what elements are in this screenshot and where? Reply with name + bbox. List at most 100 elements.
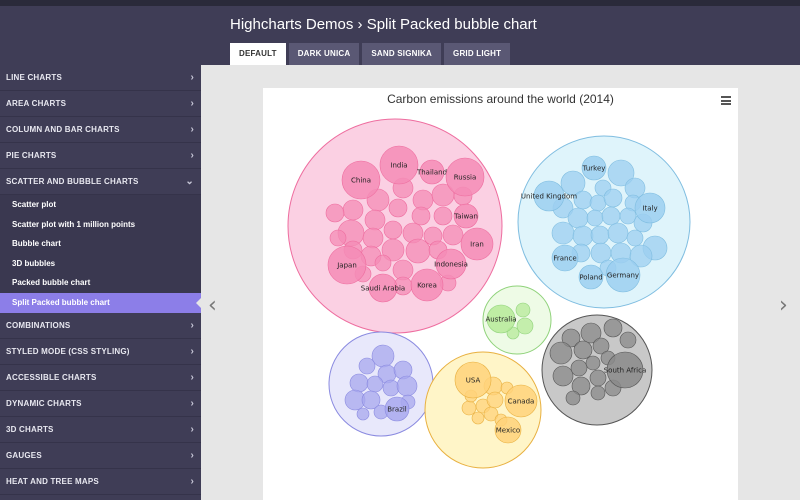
bubble-asia-25[interactable] [374, 254, 392, 272]
bubble-europe-17[interactable] [607, 222, 629, 244]
bubble-north-america-2[interactable] [486, 391, 504, 409]
bubble-label-turkey: Turkey [582, 165, 606, 173]
chevron-right-icon: › [190, 345, 194, 357]
sidebar-item-accessible-charts[interactable]: ACCESSIBLE CHARTS › [0, 365, 201, 391]
sidebar-item-label: STYLED MODE (CSS STYLING) [6, 346, 130, 356]
bubble-label-south-africa: South Africa [604, 367, 647, 375]
bubble-europe-18[interactable] [626, 229, 644, 247]
sidebar-subitem-scatter-1m[interactable]: Scatter plot with 1 million points [0, 214, 201, 235]
sidebar-item-scatter-bubble-charts[interactable]: SCATTER AND BUBBLE CHARTS ⌄ [0, 169, 201, 195]
bubble-label-united-kingdom: United Kingdom [521, 193, 577, 201]
bubble-europe-14[interactable] [551, 221, 575, 245]
bubble-north-america-4[interactable] [461, 400, 477, 416]
chevron-right-icon: › [190, 150, 194, 161]
prev-demo-arrow-icon[interactable]: ‹ [208, 293, 217, 318]
bubble-label-taiwan: Taiwan [453, 213, 478, 221]
bubble-south-america-7[interactable] [396, 375, 418, 397]
bubble-europe-16[interactable] [590, 225, 610, 245]
tab-grid-light[interactable]: GRID LIGHT [444, 43, 511, 65]
chevron-right-icon: › [190, 475, 194, 487]
bubble-label-saudi-arabia: Saudi Arabia [361, 285, 405, 293]
bubble-south-america-12[interactable] [356, 407, 370, 421]
sidebar-item-line-charts[interactable]: LINE CHARTS › [0, 65, 201, 91]
chevron-down-icon: ⌄ [185, 176, 194, 187]
bubble-label-china: China [351, 177, 371, 185]
bubble-south-america-1[interactable] [358, 357, 376, 375]
bubble-asia-8[interactable] [388, 198, 408, 218]
next-demo-arrow-icon[interactable]: › [779, 293, 788, 318]
bubble-europe-15[interactable] [572, 225, 594, 247]
bubble-asia-0[interactable] [342, 199, 364, 221]
bubble-south-america-5[interactable] [366, 375, 384, 393]
bubble-label-australia: Australia [486, 316, 517, 324]
chevron-right-icon: › [190, 319, 194, 331]
bubble-africa-5[interactable] [573, 340, 593, 360]
sidebar-item-column-bar-charts[interactable]: COLUMN AND BAR CHARTS › [0, 117, 201, 143]
sidebar-subitem-split-packed-bubble[interactable]: Split Packed bubble chart [0, 292, 201, 313]
bubble-south-america-0[interactable] [371, 344, 395, 368]
bubble-asia-27[interactable] [329, 229, 347, 247]
bubble-label-france: France [553, 255, 576, 263]
sidebar-subitem-bubble-chart[interactable]: Bubble chart [0, 234, 201, 254]
sidebar-subitem-scatter-plot[interactable]: Scatter plot [0, 195, 201, 215]
sidebar-item-styled-mode[interactable]: STYLED MODE (CSS STYLING) › [0, 339, 201, 365]
sidebar-item-combinations[interactable]: COMBINATIONS › [0, 313, 201, 339]
bubble-oceania-0[interactable] [515, 302, 531, 318]
bubble-africa-15[interactable] [565, 390, 581, 406]
bubble-europe-11[interactable] [601, 206, 621, 226]
bubble-asia-9[interactable] [364, 209, 386, 231]
bubble-europe-6[interactable] [589, 194, 607, 212]
chevron-right-icon: › [190, 397, 194, 409]
bubble-africa-10[interactable] [585, 355, 601, 371]
bubble-europe-9[interactable] [567, 207, 589, 229]
bubble-south-america-6[interactable] [382, 379, 400, 397]
chevron-right-icon: › [190, 449, 194, 461]
sidebar-subitem-3d-bubbles[interactable]: 3D bubbles [0, 253, 201, 274]
chevron-right-icon: › [190, 124, 194, 135]
bubble-label-thailand: Thailand [416, 169, 447, 177]
chevron-right-icon: › [190, 423, 194, 435]
bubble-europe-12[interactable] [619, 207, 637, 225]
bubble-europe-7[interactable] [603, 188, 623, 208]
selection-pointer [196, 297, 202, 309]
sidebar-item-gauges[interactable]: GAUGES › [0, 443, 201, 469]
bubble-label-russia: Russia [454, 174, 477, 182]
chevron-right-icon: › [190, 72, 194, 83]
bubble-africa-13[interactable] [590, 385, 606, 401]
sidebar-item-area-charts[interactable]: AREA CHARTS › [0, 91, 201, 117]
bubble-asia-11[interactable] [362, 227, 384, 249]
sidebar-item-3d-charts[interactable]: 3D CHARTS › [0, 417, 201, 443]
bubble-label-iran: Iran [470, 241, 484, 249]
packed-bubble-chart: China India Thailand Russia Taiwan Iran Indone… [287, 118, 691, 469]
sidebar-item-dynamic-charts[interactable]: DYNAMIC CHARTS › [0, 391, 201, 417]
sidebar-item-heat-tree-maps[interactable]: HEAT AND TREE MAPS › [0, 469, 201, 495]
bubble-asia-6[interactable] [433, 206, 453, 226]
bubble-africa-2[interactable] [603, 318, 623, 338]
bubble-asia-26[interactable] [325, 203, 345, 223]
bubble-label-canada: Canada [508, 398, 535, 406]
bubble-north-america-5[interactable] [471, 411, 485, 425]
bubble-asia-12[interactable] [383, 220, 403, 240]
bubble-asia-19[interactable] [405, 238, 431, 264]
header: Highcharts Demos › Split Packed bubble c… [0, 6, 800, 65]
tab-sand-signika[interactable]: SAND SIGNIKA [362, 43, 442, 65]
sidebar-item-label: 3D CHARTS [6, 424, 54, 434]
sidebar-subitem-packed-bubble[interactable]: Packed bubble chart [0, 273, 201, 293]
chevron-right-icon: › [190, 371, 194, 383]
bubble-oceania-1[interactable] [516, 317, 534, 335]
bubble-label-usa: USA [466, 377, 481, 385]
bubble-africa-4[interactable] [549, 341, 573, 365]
bubble-africa-9[interactable] [570, 359, 588, 377]
bubble-africa-8[interactable] [552, 365, 574, 387]
sidebar-item-pie-charts[interactable]: PIE CHARTS › [0, 143, 201, 169]
bubble-south-america-4[interactable] [349, 373, 369, 393]
tab-default[interactable]: DEFAULT [230, 43, 286, 65]
bubble-asia-7[interactable] [411, 206, 431, 226]
bubble-asia-15[interactable] [442, 224, 464, 246]
sidebar-item-label: AREA CHARTS [6, 99, 67, 108]
tab-dark-unica[interactable]: DARK UNICA [288, 43, 360, 65]
bubble-africa-3[interactable] [619, 331, 637, 349]
chevron-right-icon: › [190, 98, 194, 109]
bubble-europe-10[interactable] [586, 209, 604, 227]
sidebar-item-label: SCATTER AND BUBBLE CHARTS [6, 177, 139, 186]
